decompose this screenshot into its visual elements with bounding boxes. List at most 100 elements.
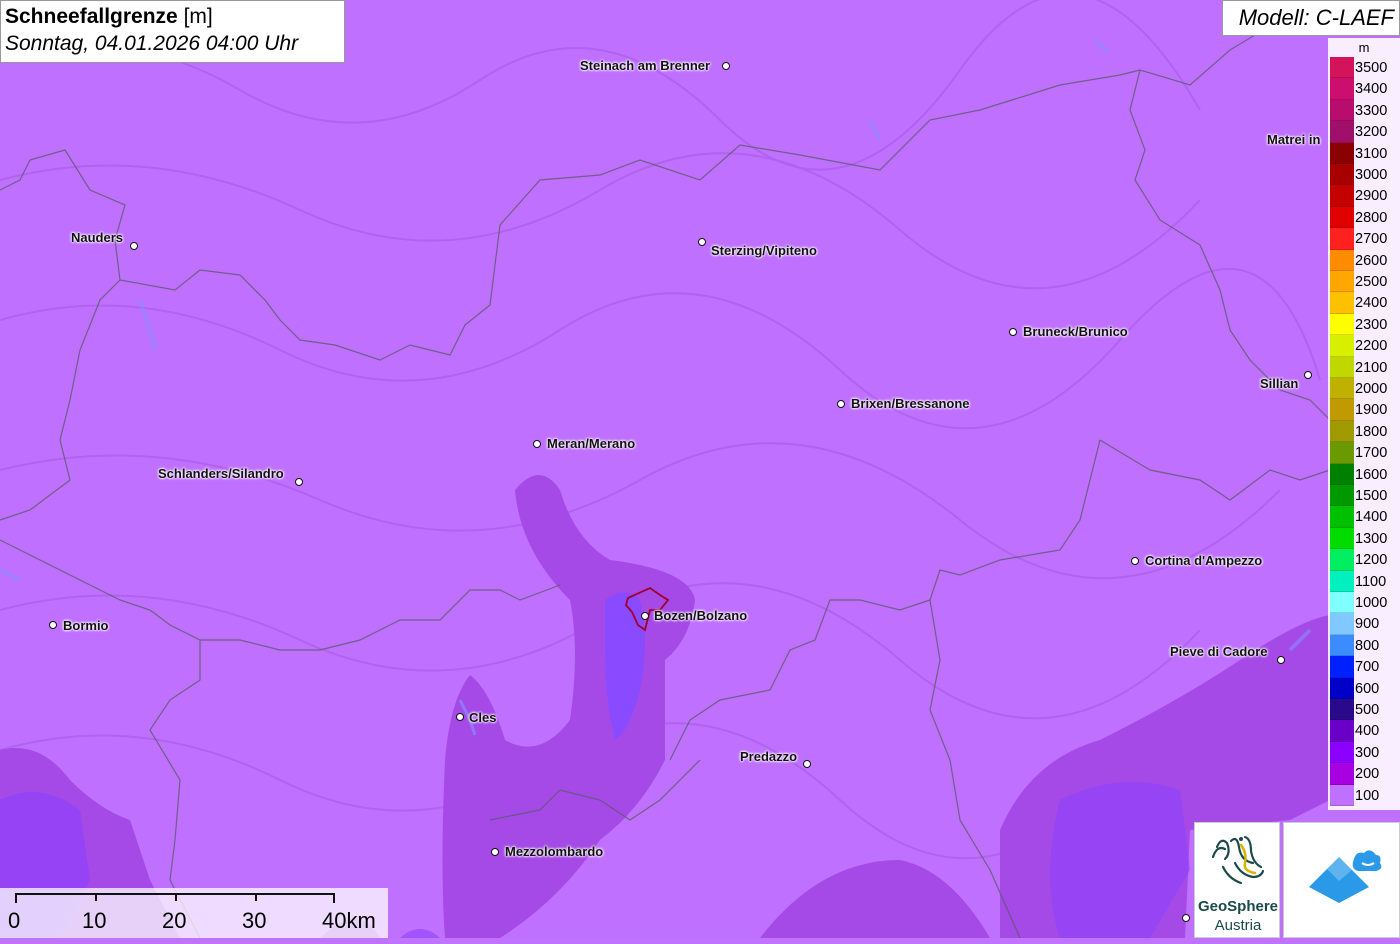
map-title: Schneefallgrenze [m] xyxy=(5,4,344,30)
legend-swatch xyxy=(1330,699,1354,721)
city-dot xyxy=(1182,914,1190,922)
legend-swatch xyxy=(1330,463,1354,485)
city-dot xyxy=(1131,557,1139,565)
legend-label: 2700 xyxy=(1355,231,1388,248)
scale-label: 0 xyxy=(8,908,21,933)
legend-row: 1900 xyxy=(1328,399,1400,421)
legend-label: 1200 xyxy=(1355,552,1388,569)
legend-swatch xyxy=(1330,78,1354,100)
legend-label: 2900 xyxy=(1355,188,1388,205)
legend-row: 600 xyxy=(1328,677,1400,699)
city-nauders[interactable]: Nauders xyxy=(71,230,123,245)
city-dot xyxy=(295,478,303,486)
legend-swatch xyxy=(1330,592,1354,614)
legend-swatch xyxy=(1330,527,1354,550)
legend-swatch xyxy=(1330,249,1354,271)
city-brixen[interactable]: Brixen/Bressanone xyxy=(851,396,970,411)
city-meran[interactable]: Meran/Merano xyxy=(547,436,635,451)
legend-row: 3200 xyxy=(1328,121,1400,143)
legend-label: 1100 xyxy=(1355,573,1387,590)
scale-tick xyxy=(175,893,177,901)
legend-row: 700 xyxy=(1328,656,1400,678)
legend-swatch xyxy=(1330,634,1354,657)
legend-label: 2000 xyxy=(1355,381,1388,397)
city-dot xyxy=(1304,371,1312,379)
legend-row: 200 xyxy=(1328,763,1400,785)
legend-swatch xyxy=(1330,335,1354,357)
legend-row: 2500 xyxy=(1328,271,1400,293)
city-sterzing[interactable]: Sterzing/Vipiteno xyxy=(711,243,817,258)
scale-tick xyxy=(95,893,97,901)
legend-swatch xyxy=(1330,549,1354,571)
city-pieve[interactable]: Pieve di Cadore xyxy=(1170,644,1268,659)
legend-row: 2100 xyxy=(1328,356,1400,378)
legend-row: 1100 xyxy=(1328,570,1400,592)
legend-swatch xyxy=(1330,420,1354,443)
city-dot xyxy=(837,400,845,408)
legend-row: 1200 xyxy=(1328,549,1400,571)
scale-label: 30 xyxy=(242,908,267,933)
city-sillian[interactable]: Sillian xyxy=(1260,376,1298,391)
legend-swatch xyxy=(1330,292,1354,314)
city-dot xyxy=(533,440,541,448)
city-schlanders[interactable]: Schlanders/Silandro xyxy=(158,466,284,481)
legend-swatch xyxy=(1330,485,1354,507)
legend-label: 3400 xyxy=(1355,81,1388,98)
legend-label: 400 xyxy=(1355,723,1380,740)
city-matrei[interactable]: Matrei in xyxy=(1267,132,1320,147)
scale-label: 10 xyxy=(82,908,107,933)
scale-bar: 0 10 20 30 40km xyxy=(0,888,388,938)
geosphere-icon xyxy=(1211,835,1265,885)
legend-label: 1900 xyxy=(1355,402,1388,419)
legend-swatch xyxy=(1330,784,1354,806)
legend-swatch xyxy=(1330,570,1354,592)
color-legend: m 3500 3400 3300 3200 3100 3000 2900 2800 2700 26… xyxy=(1328,38,1400,810)
geosphere-logo[interactable]: GeoSphere Austria xyxy=(1194,822,1280,938)
legend-label: 500 xyxy=(1355,702,1380,718)
legend-label: 3200 xyxy=(1355,124,1388,141)
legend-swatch xyxy=(1330,442,1354,464)
legend-label: 1500 xyxy=(1355,488,1388,504)
legend-label: 1000 xyxy=(1355,595,1388,611)
app-icon xyxy=(1309,850,1382,903)
legend-row: 900 xyxy=(1328,613,1400,635)
map-datetime: Sonntag, 04.01.2026 04:00 Uhr xyxy=(5,32,299,55)
legend-label: 3100 xyxy=(1355,145,1388,162)
legend-swatch xyxy=(1330,313,1354,336)
legend-label: 2400 xyxy=(1355,295,1388,312)
city-cortina[interactable]: Cortina d'Ampezzo xyxy=(1145,553,1262,568)
city-dot xyxy=(1277,656,1285,664)
city-predazzo[interactable]: Predazzo xyxy=(740,749,797,764)
legend-row: 2600 xyxy=(1328,249,1400,271)
city-dot xyxy=(49,621,57,629)
model-label: Modell: C-LAEF xyxy=(1222,0,1400,36)
legend-swatch xyxy=(1330,142,1354,164)
legend-label: 800 xyxy=(1355,637,1380,654)
scale-tick xyxy=(255,893,257,901)
legend-row: 3400 xyxy=(1328,78,1400,100)
legend-label: 700 xyxy=(1355,659,1380,676)
title-unit: [m] xyxy=(183,5,213,28)
legend-row: 3300 xyxy=(1328,99,1400,122)
legend-swatch xyxy=(1330,399,1354,421)
city-cles[interactable]: Cles xyxy=(469,710,496,725)
map-title-box: Schneefallgrenze [m] Sonntag, 04.01.2026… xyxy=(0,0,345,63)
weather-app-logo[interactable] xyxy=(1283,822,1400,938)
legend-swatch xyxy=(1330,741,1354,764)
city-steinach[interactable]: Steinach am Brenner xyxy=(580,58,710,73)
city-mezzolombardo[interactable]: Mezzolombardo xyxy=(505,844,603,859)
legend-label: 100 xyxy=(1355,787,1380,804)
legend-label: 300 xyxy=(1355,744,1380,761)
city-dot xyxy=(1009,328,1017,336)
legend-swatch xyxy=(1330,121,1354,143)
legend-label: 3000 xyxy=(1355,167,1388,183)
legend-label: 2300 xyxy=(1355,316,1388,333)
legend-row: 1700 xyxy=(1328,442,1400,464)
legend-swatch xyxy=(1330,613,1354,635)
city-bormio[interactable]: Bormio xyxy=(63,618,109,633)
legend-label: 1300 xyxy=(1355,530,1388,547)
legend-label: 2100 xyxy=(1355,359,1388,376)
city-bozen[interactable]: Bozen/Bolzano xyxy=(654,608,747,623)
legend-label: 3300 xyxy=(1355,102,1388,119)
city-bruneck[interactable]: Bruneck/Brunico xyxy=(1023,324,1128,339)
